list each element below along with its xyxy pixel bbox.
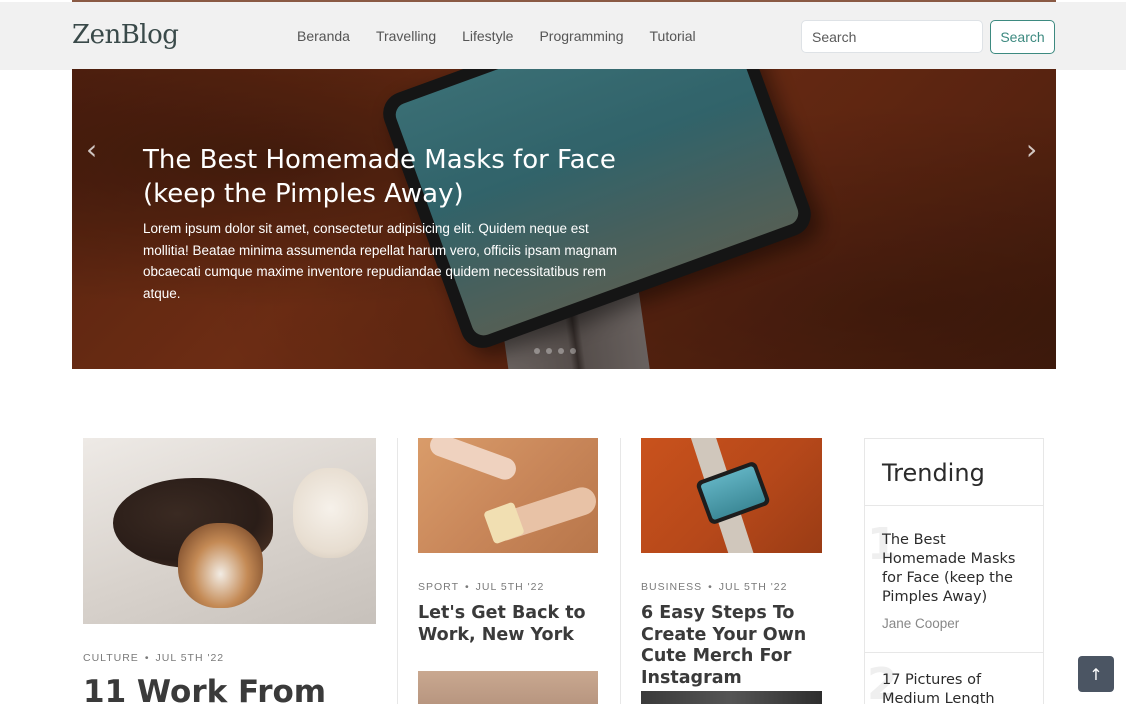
nav-item-lifestyle[interactable]: Lifestyle xyxy=(462,28,513,44)
carousel-dot[interactable] xyxy=(534,348,540,354)
post-meta-business: Business • Jul 5th '22 xyxy=(641,581,788,593)
post-date: Jul 5th '22 xyxy=(475,581,545,593)
hero-title[interactable]: The Best Homemade Masks for Face (keep t… xyxy=(143,143,663,211)
column-divider xyxy=(397,438,398,704)
carousel-dot[interactable] xyxy=(558,348,564,354)
nav-item-beranda[interactable]: Beranda xyxy=(297,28,350,44)
post-category[interactable]: Sport xyxy=(418,581,459,593)
post-meta-culture: Culture • Jul 5th '22 xyxy=(83,652,225,664)
post-image-tablet[interactable] xyxy=(641,438,822,553)
carousel-dot[interactable] xyxy=(546,348,552,354)
post-image[interactable] xyxy=(641,691,822,704)
hero-excerpt: Lorem ipsum dolor sit amet, consectetur … xyxy=(143,221,617,301)
divider xyxy=(865,505,1043,506)
carousel-dot[interactable] xyxy=(570,348,576,354)
column-divider xyxy=(620,438,621,704)
post-date: Jul 5th '22 xyxy=(718,581,788,593)
main-nav: Beranda Travelling Lifestyle Programming… xyxy=(297,28,722,44)
nav-item-programming[interactable]: Programming xyxy=(539,28,623,44)
trending-heading: Trending xyxy=(882,459,985,487)
carousel-indicators xyxy=(534,348,576,354)
trending-sidebar: Trending 1 The Best Homemade Masks for F… xyxy=(864,438,1044,704)
trending-item-author: Jane Cooper xyxy=(882,616,960,631)
trending-item-title[interactable]: 17 Pictures of Medium Length xyxy=(882,671,1032,704)
search-input[interactable] xyxy=(801,20,983,53)
post-image[interactable] xyxy=(418,671,598,704)
post-meta-sport: Sport • Jul 5th '22 xyxy=(418,581,545,593)
carousel-prev-icon[interactable]: ‹ xyxy=(86,133,97,166)
post-date: Jul 5th '22 xyxy=(155,652,225,664)
post-title-sport[interactable]: Let's Get Back to Work, New York xyxy=(418,603,593,646)
site-header: ZenBlog Beranda Travelling Lifestyle Pro… xyxy=(0,2,1126,70)
nav-item-travelling[interactable]: Travelling xyxy=(376,28,436,44)
trending-item-title[interactable]: The Best Homemade Masks for Face (keep t… xyxy=(882,531,1032,607)
post-title-business[interactable]: 6 Easy Steps To Create Your Own Cute Mer… xyxy=(641,603,826,689)
hero-carousel: ‹ › The Best Homemade Masks for Face (ke… xyxy=(72,69,1056,369)
post-image-dog[interactable] xyxy=(83,438,376,624)
site-logo[interactable]: ZenBlog xyxy=(72,20,179,50)
divider xyxy=(865,652,1043,653)
post-title-main[interactable]: 11 Work From xyxy=(83,672,383,704)
post-category[interactable]: Culture xyxy=(83,652,139,664)
back-to-top-button[interactable]: ↑ xyxy=(1078,656,1114,692)
nav-item-tutorial[interactable]: Tutorial xyxy=(650,28,696,44)
carousel-next-icon[interactable]: › xyxy=(1026,133,1037,166)
search-button[interactable]: Search xyxy=(990,20,1055,54)
post-image-hands[interactable] xyxy=(418,438,598,553)
arrow-up-icon: ↑ xyxy=(1089,664,1103,684)
post-category[interactable]: Business xyxy=(641,581,702,593)
